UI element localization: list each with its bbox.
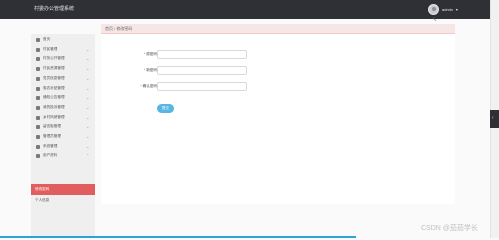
field-label: * 新密码 [144, 68, 157, 73]
new-password-input[interactable] [157, 66, 247, 75]
chevron-down-icon: ⌄ [86, 134, 90, 139]
field-label-text: 确认密码 [142, 84, 157, 88]
sidebar-item-label: 管理员管理 [43, 134, 61, 138]
sidebar-item-label: 修改密码 [35, 187, 50, 191]
mouse-cursor-icon: ↖ [432, 17, 438, 23]
user-icon [36, 47, 40, 52]
confirm-password-input[interactable] [157, 82, 247, 91]
grid-icon [36, 76, 40, 81]
sidebar-item-personal-info[interactable]: 个人信息 [31, 195, 95, 207]
sidebar-item-label: 用户资料 [43, 153, 58, 158]
sidebar-item-label: 惠农补贴管理 [43, 85, 65, 90]
chevron-down-icon: ⌄ [86, 95, 90, 101]
user-icon [36, 154, 40, 159]
chevron-down-icon: ⌄ [86, 114, 90, 120]
form-row-new-password: * 新密码 [101, 66, 455, 75]
field-label: * 确认密码 [140, 84, 157, 89]
user-menu[interactable]: admin ▾ [428, 3, 458, 15]
chevron-up-icon: ⌃ [86, 153, 90, 159]
sidebar: 首页 村民管理 ⌄ 村务公开管理 ⌄ 村民资源管理 ⌄ 党员信息管理 ⌄ 惠农补… [31, 34, 95, 238]
app-title: 村委办公管理系统 [34, 6, 75, 12]
chevron-down-icon: ⌄ [86, 124, 90, 130]
chevron-down-icon: ⌄ [86, 75, 90, 81]
sidebar-item-label: 党员信息管理 [43, 75, 65, 80]
sidebar-item-label: 村民管理 [43, 46, 58, 51]
form-row-confirm-password: * 确认密码 [101, 82, 455, 91]
chevron-down-icon: ⌄ [86, 56, 90, 62]
breadcrumb-bar: 首页 / 修改密码 [101, 24, 455, 34]
avatar[interactable] [428, 3, 439, 15]
chevron-down-icon: ⌄ [86, 46, 90, 52]
old-password-input[interactable] [157, 50, 247, 59]
field-label-text: 原密码 [146, 52, 157, 56]
submit-button[interactable]: 提交 [157, 104, 174, 113]
required-mark: * [143, 68, 146, 72]
required-mark: * [140, 84, 142, 88]
chevron-left-icon: ‹ [492, 115, 494, 121]
user-name[interactable]: admin [442, 7, 453, 12]
chevron-down-icon: ⌄ [86, 85, 90, 91]
form-row-old-password: * 原密码 [101, 50, 455, 59]
chevron-down-icon: ⌄ [86, 104, 90, 110]
grid-icon [36, 67, 40, 72]
grid-icon [36, 105, 40, 110]
field-label-text: 新密码 [146, 68, 157, 72]
side-tab-button[interactable]: ‹ [490, 110, 499, 128]
sidebar-item-label: 乡村风貌管理 [43, 114, 65, 119]
gear-icon [36, 135, 40, 139]
sidebar-item-label: 留言板管理 [43, 124, 61, 129]
sidebar-item-label: 系统管理 [43, 143, 58, 148]
chevron-down-icon[interactable]: ▾ [456, 7, 458, 12]
sidebar-item-label: 首页 [43, 37, 51, 41]
grid-icon [36, 57, 40, 62]
sidebar-item-label: 我的投诉管理 [43, 104, 65, 109]
required-mark: * [143, 52, 146, 56]
grid-icon [36, 96, 40, 101]
chevron-down-icon: ⌄ [86, 143, 90, 149]
sidebar-item-profile[interactable]: 用户资料 ⌃ [31, 150, 95, 162]
chevron-down-icon: ⌄ [86, 66, 90, 72]
grid-icon [36, 86, 40, 91]
gear-icon [36, 125, 40, 130]
top-bar: 村委办公管理系统 admin ▾ [0, 0, 490, 19]
main-content: 首页 / 修改密码 * 原密码 * 新密码 * 确认密码 提交 [101, 24, 455, 204]
sidebar-item-label: 村民资源管理 [43, 66, 65, 71]
field-label: * 原密码 [144, 52, 157, 57]
grid-icon [36, 115, 40, 120]
breadcrumb[interactable]: 首页 / 修改密码 [105, 26, 132, 32]
sidebar-item-label: 村务公开管理 [43, 56, 65, 61]
sidebar-item-label: 通知公告管理 [43, 95, 65, 100]
sidebar-item-change-password[interactable]: 修改密码 [31, 184, 95, 195]
home-icon [36, 38, 40, 42]
sidebar-item-label: 个人信息 [35, 198, 50, 202]
progress-bar [0, 236, 356, 238]
gear-icon [36, 144, 40, 149]
watermark: CSDN @茄茄学长 [421, 225, 478, 232]
